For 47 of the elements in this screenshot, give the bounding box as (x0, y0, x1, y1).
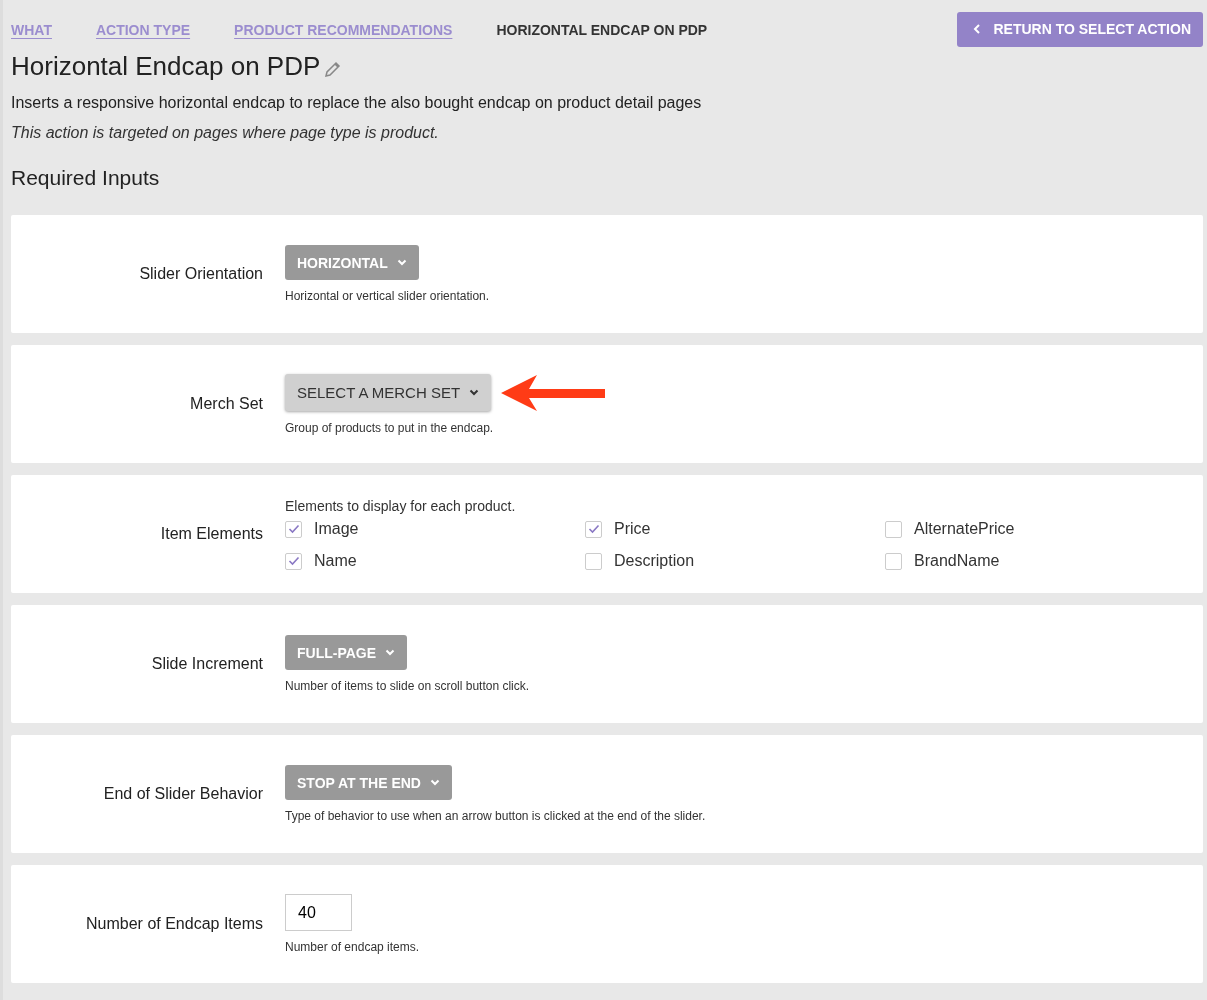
chevron-left-icon (973, 24, 982, 34)
checkbox[interactable] (585, 520, 602, 538)
section-title: Required Inputs (11, 166, 161, 190)
pencil-icon[interactable] (324, 60, 343, 78)
field-label: Merch Set (189, 395, 264, 413)
caret-icon (429, 779, 440, 786)
checkbox-label: Image (314, 520, 359, 538)
checkmark-icon (287, 556, 300, 566)
field-label: Number of Endcap Items (85, 915, 264, 933)
checkmark-icon (287, 524, 300, 534)
dropdown-button[interactable]: SELECT A MERCH SET (285, 374, 492, 411)
help-text: Number of items to slide on scroll button click. (285, 679, 531, 693)
help-text: Group of products to put in the endcap. (285, 420, 495, 435)
checkbox-label: Name (314, 552, 357, 570)
checkbox[interactable] (885, 552, 902, 570)
checkbox[interactable] (285, 520, 302, 538)
targeting-note: This action is targeted on pages where page type is product. (11, 124, 440, 142)
field-label: End of Slider Behavior (102, 785, 264, 803)
page-title: Horizontal Endcap on PDP (11, 51, 321, 82)
field-label: Item Elements (159, 525, 264, 543)
caret-icon (396, 259, 407, 266)
checkbox-label: AlternatePrice (914, 520, 1015, 538)
dropdown-button[interactable]: HORIZONTAL (285, 245, 419, 280)
caret-icon (385, 649, 396, 656)
return-button[interactable]: RETURN TO SELECT ACTION (957, 11, 1203, 47)
description-text: Inserts a responsive horizontal endcap to replace the also bought endcap on product detail pages (11, 94, 703, 112)
checkbox-label: Description (614, 552, 695, 570)
help-text: Elements to display for each product. (285, 498, 517, 514)
help-text: Type of behavior to use when an arrow button is clicked at the end of the slider. (285, 809, 707, 823)
help-text: Number of endcap items. (285, 940, 421, 954)
checkbox-label: Price (614, 520, 651, 538)
checkbox[interactable] (585, 552, 602, 570)
breadcrumb-link[interactable]: WHAT (11, 22, 52, 38)
field-label: Slider Orientation (138, 265, 264, 283)
help-text: Horizontal or vertical slider orientation. (285, 289, 491, 303)
field-label: Slide Increment (150, 655, 264, 673)
number-field[interactable]: 40 (285, 894, 352, 931)
dropdown-button[interactable]: STOP AT THE END (285, 765, 452, 800)
caret-icon (469, 389, 480, 396)
breadcrumb-link[interactable]: HORIZONTAL ENDCAP ON PDP (496, 22, 708, 38)
breadcrumb-link[interactable]: ACTION TYPE (95, 22, 191, 38)
checkbox[interactable] (285, 552, 302, 570)
checkmark-icon (587, 524, 600, 534)
checkbox-label: BrandName (914, 552, 1000, 570)
checkbox[interactable] (885, 520, 902, 538)
dropdown-button[interactable]: FULL-PAGE (285, 635, 408, 670)
breadcrumb-link[interactable]: PRODUCT RECOMMENDATIONS (234, 22, 453, 38)
